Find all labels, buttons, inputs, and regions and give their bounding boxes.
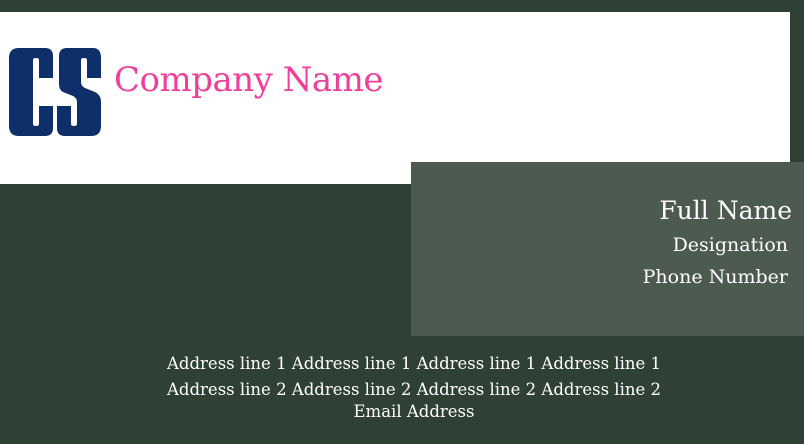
email-address: Email Address — [353, 402, 475, 421]
full-name: Full Name — [659, 196, 792, 225]
address-line-2: Address line 2 Address line 2 Address li… — [167, 380, 661, 399]
designation: Designation — [672, 234, 788, 256]
cs-monogram-logo-icon — [9, 48, 101, 136]
phone-number: Phone Number — [642, 266, 788, 288]
address-block: Address line 1 Address line 1 Address li… — [0, 351, 804, 422]
company-name: Company Name — [114, 60, 384, 100]
address-line-1: Address line 1 Address line 1 Address li… — [167, 354, 661, 373]
